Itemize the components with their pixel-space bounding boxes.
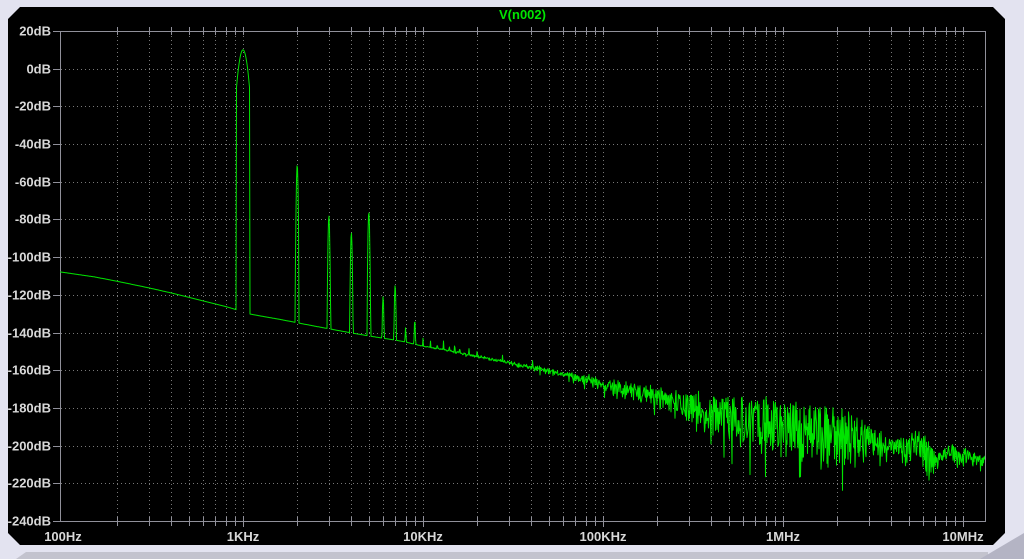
svg-text:-240dB: -240dB bbox=[8, 514, 51, 529]
svg-text:10MHz: 10MHz bbox=[942, 529, 984, 544]
svg-text:-160dB: -160dB bbox=[8, 363, 51, 378]
svg-text:-40dB: -40dB bbox=[15, 137, 51, 152]
svg-text:-220dB: -220dB bbox=[8, 476, 51, 491]
plot-box-border bbox=[60, 31, 986, 522]
svg-text:10KHz: 10KHz bbox=[403, 529, 443, 544]
svg-text:-140dB: -140dB bbox=[8, 326, 51, 341]
svg-text:100Hz: 100Hz bbox=[44, 529, 82, 544]
svg-text:1MHz: 1MHz bbox=[766, 529, 800, 544]
svg-text:0dB: 0dB bbox=[26, 62, 51, 77]
svg-text:100KHz: 100KHz bbox=[580, 529, 627, 544]
plot-canvas[interactable]: 20dB 0dB -20dB -40dB -60dB -80dB -100dB -120dB -… bbox=[0, 0, 1024, 559]
svg-text:-80dB: -80dB bbox=[15, 212, 51, 227]
svg-text:-120dB: -120dB bbox=[8, 288, 51, 303]
trace-title[interactable]: V(n002) bbox=[60, 7, 985, 23]
svg-text:-60dB: -60dB bbox=[15, 175, 51, 190]
svg-text:1KHz: 1KHz bbox=[227, 529, 260, 544]
svg-text:20dB: 20dB bbox=[19, 24, 51, 39]
axis-labels: 20dB 0dB -20dB -40dB -60dB -80dB -100dB -120dB -… bbox=[8, 24, 984, 545]
plot-window: 20dB 0dB -20dB -40dB -60dB -80dB -100dB -120dB -… bbox=[0, 0, 1024, 559]
svg-text:-100dB: -100dB bbox=[8, 250, 51, 265]
svg-text:-200dB: -200dB bbox=[8, 439, 51, 454]
fft-trace bbox=[60, 49, 985, 491]
svg-text:-20dB: -20dB bbox=[15, 99, 51, 114]
svg-text:-180dB: -180dB bbox=[8, 401, 51, 416]
